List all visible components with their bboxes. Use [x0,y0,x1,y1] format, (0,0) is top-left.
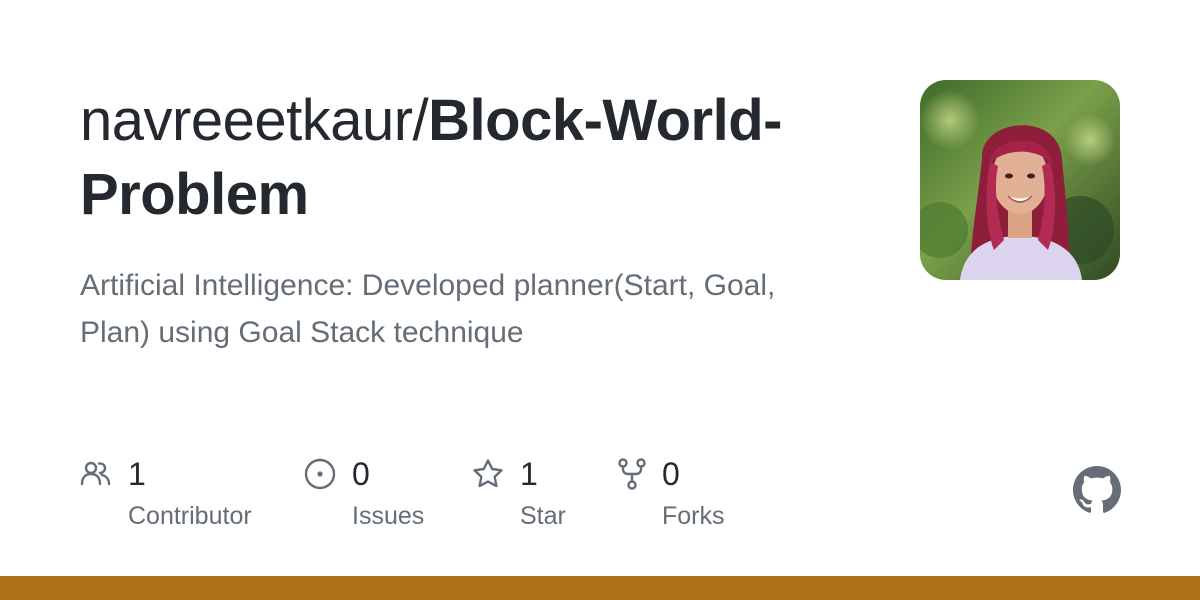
repo-description: Artificial Intelligence: Developed plann… [80,269,776,349]
people-icon [80,458,112,490]
github-mark-icon[interactable] [1073,466,1121,514]
stars-count: 1 [520,456,538,492]
issue-opened-icon [304,458,336,490]
repo-owner[interactable]: navreeetkaur/ [80,88,429,153]
stars-label: Star [520,502,566,530]
star-icon [472,458,504,490]
forks-label: Forks [662,502,725,530]
repo-title[interactable]: navreeetkaur/Block-World-Problem [80,84,880,232]
contributors-count: 1 [128,456,146,492]
issues-label: Issues [352,502,425,530]
issues-count: 0 [352,456,370,492]
user-avatar-photo [920,80,1120,280]
repo-social-card: navreeetkaur/Block-World-Problem Artific… [0,0,1200,600]
language-accent-bar [0,576,1200,600]
contributors-label: Contributor [128,502,252,530]
repo-stats: 1 Contributor 0 Issues 1 Star 0 Forks [80,452,840,542]
forks-count: 0 [662,456,680,492]
repo-forked-icon [616,458,648,490]
owner-avatar[interactable] [920,80,1120,280]
